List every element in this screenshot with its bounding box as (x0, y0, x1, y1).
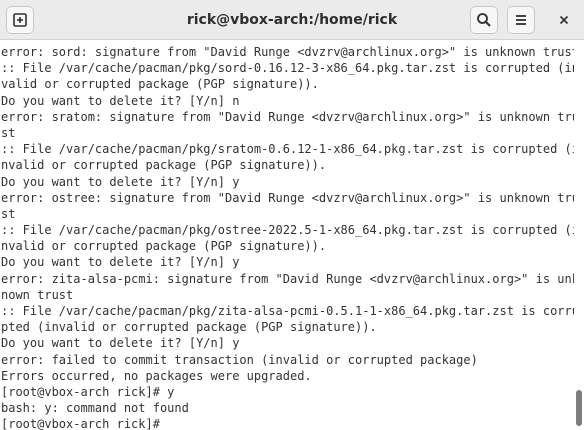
terminal-line: nvalid or corrupted package (PGP signatu… (1, 239, 327, 254)
terminal-line: error: failed to commit transaction (inv… (1, 352, 478, 367)
terminal-line: bash: y: command not found (1, 401, 189, 416)
window-title: rick@vbox-arch:/home/rick (186, 12, 398, 28)
terminal-line: pted (invalid or corrupted package (PGP … (1, 320, 377, 335)
terminal-prompt: [root@vbox-arch rick]# (1, 417, 160, 430)
terminal-line: error: sord: signature from "David Runge… (1, 45, 574, 59)
scrollbar-thumb[interactable] (576, 390, 582, 426)
terminal-line: [root@vbox-arch rick]# y (1, 384, 175, 399)
search-icon (477, 13, 491, 27)
title-bar[interactable]: rick@vbox-arch:/home/rick (0, 0, 584, 40)
search-button[interactable] (470, 6, 498, 34)
terminal-line: st (1, 206, 16, 221)
terminal-window: rick@vbox-arch:/home/rick error: sord: s… (0, 0, 584, 430)
hamburger-menu-icon (516, 15, 526, 25)
terminal-line: Do you want to delete it? [Y/n] y (1, 174, 240, 189)
terminal-line: :: File /var/cache/pacman/pkg/zita-alsa-… (1, 304, 574, 318)
terminal-line: Do you want to delete it? [Y/n] n (1, 93, 240, 108)
terminal-line: Errors occurred, no packages were upgrad… (1, 368, 312, 383)
terminal-line: :: File /var/cache/pacman/pkg/sord-0.16.… (1, 61, 574, 76)
terminal-line: nown trust (1, 287, 74, 302)
terminal-line: error: sratom: signature from "David Run… (1, 109, 574, 124)
terminal-output[interactable]: error: sord: signature from "David Runge… (0, 40, 574, 430)
menu-button[interactable] (507, 6, 535, 34)
close-icon (559, 15, 569, 25)
new-tab-icon (13, 13, 27, 27)
close-button[interactable] (550, 6, 578, 34)
terminal-line: :: File /var/cache/pacman/pkg/sratom-0.6… (1, 142, 574, 157)
scrollbar[interactable] (574, 40, 584, 430)
terminal-line: error: ostree: signature from "David Run… (1, 190, 574, 205)
terminal-line: nvalid or corrupted package (PGP signatu… (1, 158, 327, 173)
terminal-line: :: File /var/cache/pacman/pkg/ostree-202… (1, 223, 574, 238)
terminal-line: Do you want to delete it? [Y/n] y (1, 255, 240, 270)
terminal-line: error: zita-alsa-pcmi: signature from "D… (1, 271, 574, 286)
terminal-line: Do you want to delete it? [Y/n] y (1, 336, 240, 351)
terminal-line: valid or corrupted package (PGP signatur… (1, 77, 319, 92)
terminal-line: st (1, 125, 16, 140)
new-tab-button[interactable] (6, 6, 34, 34)
